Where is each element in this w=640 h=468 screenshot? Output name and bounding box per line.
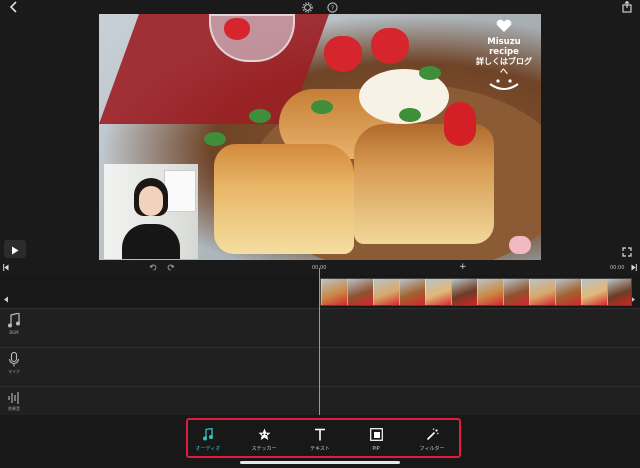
clip-thumbnail — [581, 279, 608, 305]
logo-line-1: Misuzu recipe — [487, 37, 521, 57]
magic-wand-icon — [407, 428, 457, 445]
plus-icon[interactable]: + — [459, 263, 467, 272]
ruler-time-end: 00:00 — [610, 265, 625, 271]
tool-audio-label: オーディオ — [195, 446, 221, 452]
strawberry — [324, 36, 362, 72]
sfx-track-header[interactable]: 効果音 — [4, 391, 24, 412]
clip-thumbnail — [529, 279, 556, 305]
sfx-track[interactable]: 効果音 — [0, 386, 640, 417]
share-button[interactable] — [620, 0, 634, 14]
mint-leaf — [249, 109, 271, 123]
home-indicator[interactable] — [240, 461, 400, 464]
mint-leaf — [399, 108, 421, 122]
clip-thumbnail — [321, 279, 348, 305]
tool-text-label: テキスト — [310, 446, 330, 452]
mint-leaf — [204, 132, 226, 146]
share-icon — [622, 0, 632, 17]
recipe-logo: Misuzu recipe 詳しくはブログへ — [473, 18, 535, 96]
strawberry — [371, 28, 409, 64]
santa-figure — [444, 102, 476, 146]
sfx-label: 効果音 — [8, 406, 20, 411]
waveform-icon — [8, 392, 19, 404]
heart-icon — [496, 19, 512, 32]
clip-thumbnail — [555, 279, 582, 305]
jump-end-icon[interactable] — [631, 264, 637, 273]
clip-thumbnail — [425, 279, 452, 305]
help-button[interactable]: ? — [325, 0, 339, 14]
pip-person-face — [139, 186, 163, 216]
redo-icon[interactable] — [167, 264, 175, 273]
mint-leaf — [311, 100, 333, 114]
mint-leaf — [419, 66, 441, 80]
tool-text[interactable]: テキスト — [295, 428, 345, 453]
sticker-icon — [239, 428, 289, 445]
tool-audio[interactable]: オーディオ — [183, 427, 233, 453]
playhead[interactable] — [319, 268, 320, 416]
tool-sticker-label: ステッカー — [251, 446, 277, 452]
corner-sticker — [509, 236, 531, 254]
mic-track-header[interactable]: マイク — [4, 351, 24, 375]
chevron-left-icon — [9, 0, 19, 17]
clip-thumbnail — [477, 279, 504, 305]
pip-overlay[interactable] — [104, 164, 198, 259]
bgm-track[interactable]: BGM — [0, 308, 640, 347]
logo-line-2: 詳しくはブログへ — [476, 57, 532, 76]
mic-track[interactable]: マイク — [0, 347, 640, 386]
music-note-icon — [8, 312, 20, 328]
tool-filter-label: フィルター — [419, 446, 445, 452]
smile-icon — [489, 79, 519, 90]
pip-icon — [351, 428, 401, 445]
text-icon — [295, 428, 345, 445]
fullscreen-icon — [622, 242, 632, 261]
video-preview[interactable]: Misuzu recipe 詳しくはブログへ — [99, 14, 541, 260]
cake-slice — [214, 144, 354, 254]
clip-thumbnail — [373, 279, 400, 305]
microphone-icon — [8, 351, 20, 367]
tool-pip[interactable]: PiP — [351, 428, 401, 453]
bgm-label: BGM — [9, 330, 19, 335]
play-button[interactable] — [4, 240, 26, 258]
video-clip[interactable] — [320, 278, 632, 306]
settings-button[interactable] — [300, 0, 314, 14]
track-collapse-icon[interactable] — [3, 288, 9, 307]
tool-pip-label: PiP — [372, 446, 380, 452]
pip-window — [164, 170, 196, 212]
pip-person-body — [122, 224, 180, 259]
cake-slice — [354, 124, 494, 244]
clip-thumbnail — [607, 279, 631, 305]
music-note-icon — [183, 427, 233, 445]
clip-thumbnail — [451, 279, 478, 305]
play-icon — [11, 240, 19, 259]
back-button[interactable] — [4, 0, 24, 14]
svg-text:?: ? — [330, 3, 333, 11]
clip-thumbnail — [347, 279, 374, 305]
timeline-ruler[interactable]: 00:00 + 00:00 — [0, 262, 640, 274]
undo-icon[interactable] — [149, 264, 157, 273]
jump-start-icon[interactable] — [3, 264, 9, 273]
clip-thumbnail — [503, 279, 530, 305]
mic-label: マイク — [8, 369, 20, 374]
bgm-track-header[interactable]: BGM — [4, 312, 24, 335]
strawberry — [224, 18, 250, 40]
tool-sticker[interactable]: ステッカー — [239, 428, 289, 453]
clip-thumbnail — [399, 279, 426, 305]
tool-filter[interactable]: フィルター — [407, 428, 457, 453]
fullscreen-button[interactable] — [620, 244, 634, 258]
